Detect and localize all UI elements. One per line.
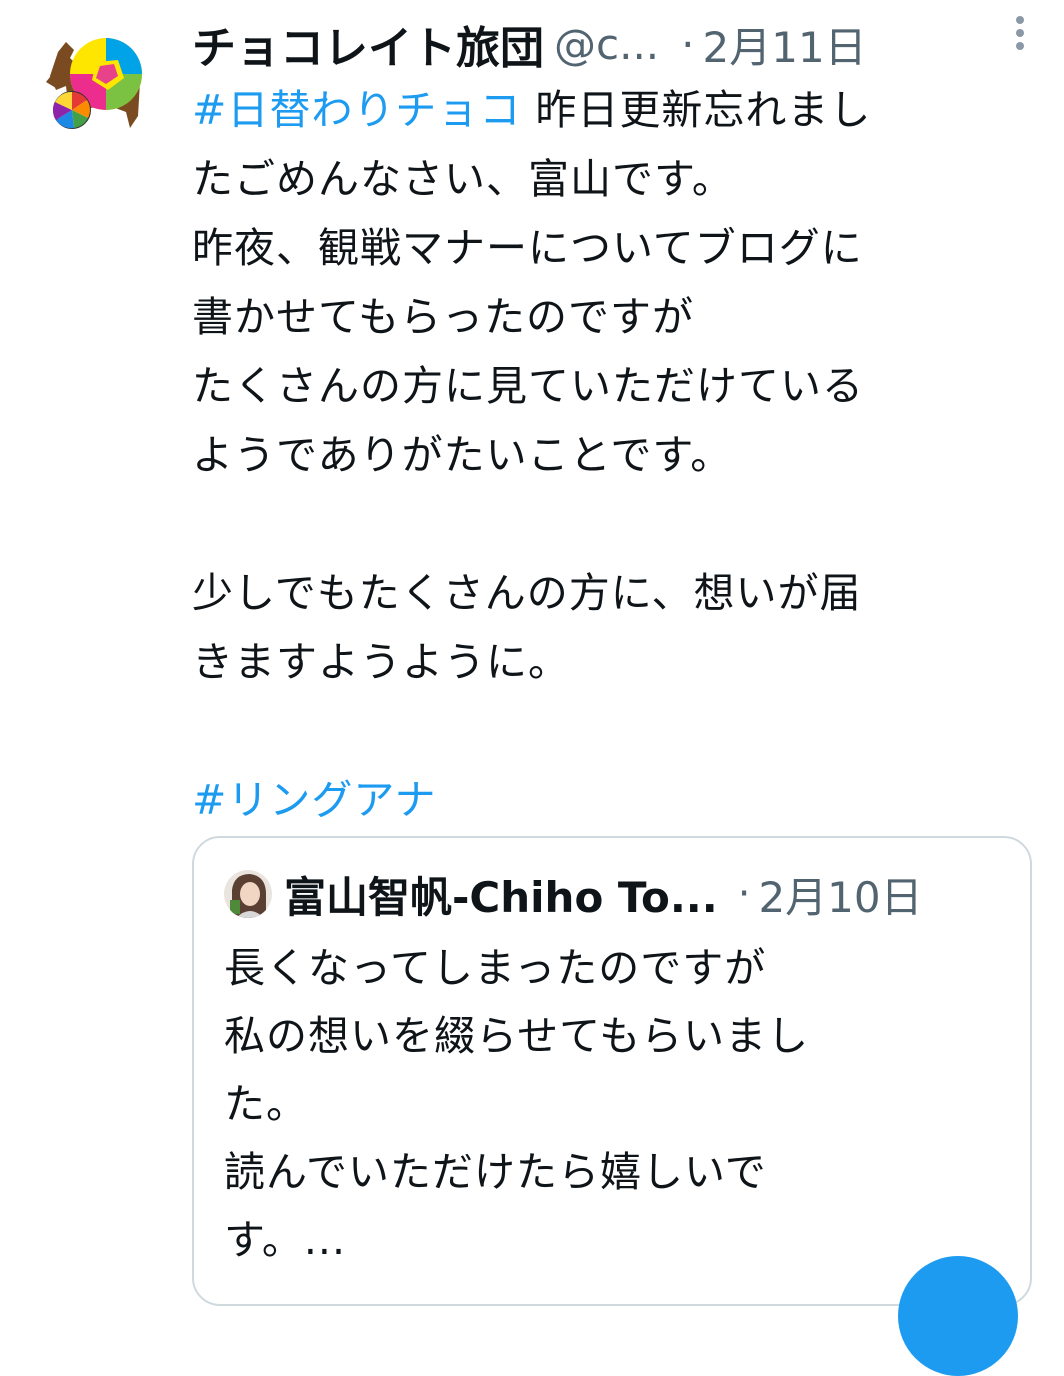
quoted-tweet-line: 私の想いを綴らせてもらいまし [224, 1012, 810, 1060]
quoted-tweet-line: 読んでいただけたら嬉しいで [224, 1148, 767, 1196]
quoted-tweet-line: 長くなってしまったのですが [224, 944, 767, 992]
chocolate-brigade-logo-icon [46, 38, 142, 129]
quoted-author-name[interactable]: 富山智帆-Chiho To... [284, 864, 718, 925]
header-separator: · [681, 19, 695, 69]
quoted-tweet-header: 富山智帆-Chiho To... · 2月10日 [224, 864, 1014, 924]
author-handle[interactable]: @c... [554, 20, 659, 69]
compose-fab-icon[interactable] [898, 1256, 1018, 1376]
tweet-line: 少しでもたくさんの方に、想いが届 [192, 569, 862, 617]
tweet-line: ようでありがたいことです。 [192, 431, 733, 479]
quoted-header-separator: · [737, 871, 751, 917]
quoted-tweet-card[interactable]: 富山智帆-Chiho To... · 2月10日 長くなってしまったのですが 私… [192, 836, 1032, 1306]
tweet-line: 昨夜、観戦マナーについてブログに [192, 224, 863, 272]
tweet-line: きますようように。 [192, 638, 570, 686]
person-photo-icon [224, 870, 272, 918]
quoted-tweet-timestamp[interactable]: 2月10日 [758, 864, 922, 925]
tweet-line: たごめんなさい、富山です。 [192, 155, 734, 203]
quoted-author-avatar [224, 870, 272, 918]
tweet-line: 書かせてもらったのですが [192, 293, 694, 341]
tweet-line: #リングアナ [192, 766, 1042, 835]
hashtag-link[interactable]: #リングアナ [192, 776, 437, 824]
tweet-header: チョコレイト旅団 @c... · 2月11日 [192, 12, 1052, 76]
quoted-tweet-text: 長くなってしまったのですが 私の想いを綴らせてもらいまし た。 読んでいただけた… [224, 934, 1004, 1274]
tweet-line: #日替わりチョコ 昨日更新忘れまし [192, 76, 1042, 145]
tweet-timestamp[interactable]: 2月11日 [703, 14, 867, 75]
more-vertical-icon[interactable] [1014, 8, 1026, 58]
tweet-text: #日替わりチョコ 昨日更新忘れまし たごめんなさい、富山です。 昨夜、観戦マナー… [192, 76, 1042, 835]
tweet-line-text: 昨日更新忘れまし [521, 86, 872, 134]
tweet-line: たくさんの方に見ていただけている [192, 362, 864, 410]
quoted-tweet-line: す。... [224, 1216, 346, 1264]
quoted-tweet-line: た。 [224, 1080, 308, 1128]
author-display-name[interactable]: チョコレイト旅団 [192, 12, 544, 76]
author-avatar[interactable] [40, 32, 152, 136]
hashtag-link[interactable]: #日替わりチョコ [192, 86, 521, 134]
